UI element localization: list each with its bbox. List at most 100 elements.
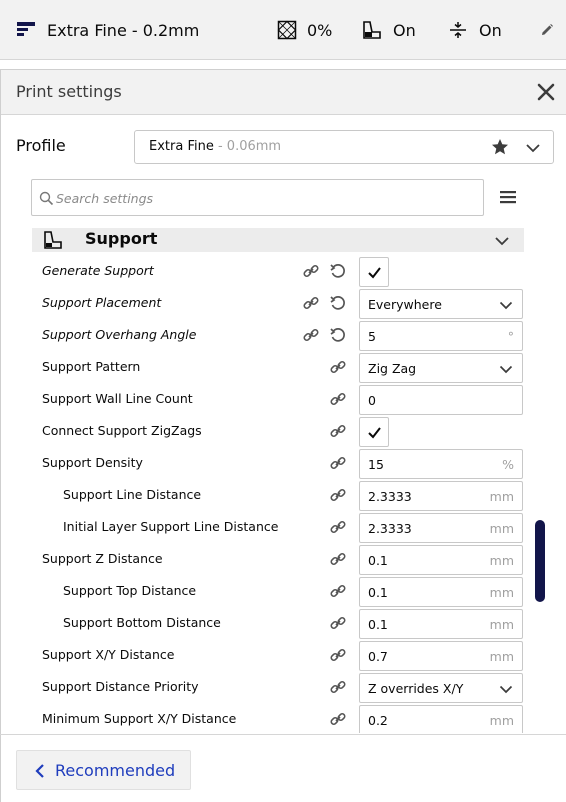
link-icon[interactable] (329, 486, 347, 504)
recommended-button[interactable]: Recommended (16, 750, 191, 790)
setting-row: Generate Support (0, 255, 530, 287)
support-distance-priority-select[interactable]: Z overrides X/Y (359, 673, 523, 703)
support-placement-select[interactable]: Everywhere (359, 289, 523, 319)
input-unit: % (502, 457, 514, 472)
settings-scrollbar[interactable] (535, 520, 545, 602)
infill-value: 0% (307, 20, 333, 40)
setting-row: Support Wall Line Count 0 (0, 383, 530, 415)
footer-divider (0, 734, 566, 735)
input-unit: mm (489, 521, 514, 536)
input-value: 0.2 (368, 713, 388, 728)
support-top-distance-input[interactable]: 0.1 mm (359, 577, 523, 607)
initial-layer-line-distance-input[interactable]: 2.3333 mm (359, 513, 523, 543)
link-icon[interactable] (329, 646, 347, 664)
reset-icon[interactable] (329, 326, 347, 344)
input-unit: mm (489, 649, 514, 664)
setting-label: Support Density (42, 455, 143, 470)
link-icon[interactable] (329, 582, 347, 600)
support-wall-line-count-input[interactable]: 0 (359, 385, 523, 415)
category-header-support[interactable]: Support (32, 228, 524, 252)
setting-row: Support Bottom Distance 0.1 mm (0, 607, 530, 639)
star-icon[interactable] (491, 138, 509, 156)
setting-label: Support Z Distance (42, 551, 163, 566)
reset-icon[interactable] (329, 294, 347, 312)
profile-select-layer: - 0.06mm (213, 139, 282, 154)
category-title: Support (85, 229, 158, 248)
link-icon[interactable] (329, 678, 347, 696)
search-placeholder: Search settings (56, 191, 154, 206)
reset-icon[interactable] (329, 262, 347, 280)
support-density-input[interactable]: 15 % (359, 449, 523, 479)
input-value: 0.1 (368, 617, 388, 632)
link-icon[interactable] (329, 710, 347, 728)
connect-zigzags-checkbox[interactable] (359, 417, 389, 447)
link-icon[interactable] (329, 614, 347, 632)
checkmark-icon (368, 427, 381, 439)
link-icon[interactable] (302, 326, 320, 344)
close-icon[interactable] (535, 81, 557, 103)
support-z-distance-input[interactable]: 0.1 mm (359, 545, 523, 575)
profile-select[interactable]: Extra Fine - 0.06mm (134, 130, 554, 164)
search-input[interactable]: Search settings (31, 179, 484, 216)
setting-label: Support Wall Line Count (42, 391, 193, 406)
chevron-down-icon (499, 365, 513, 374)
chevron-down-icon (499, 685, 513, 694)
link-icon[interactable] (329, 390, 347, 408)
setting-label: Support X/Y Distance (42, 647, 175, 662)
support-pattern-select[interactable]: Zig Zag (359, 353, 523, 383)
link-icon[interactable] (329, 358, 347, 376)
input-unit: mm (489, 553, 514, 568)
chevron-left-icon (35, 764, 44, 778)
link-icon[interactable] (302, 294, 320, 312)
support-line-distance-input[interactable]: 2.3333 mm (359, 481, 523, 511)
adhesion-icon (450, 22, 466, 38)
profile-select-name: Extra Fine (149, 139, 214, 154)
setting-row: Support Distance Priority Z overrides X/… (0, 671, 530, 703)
edit-button[interactable] (540, 0, 554, 60)
input-value: 15 (368, 457, 384, 472)
input-unit: mm (489, 585, 514, 600)
setting-row: Support Placement Everywhere (0, 287, 530, 319)
setting-row: Support Z Distance 0.1 mm (0, 543, 530, 575)
link-icon[interactable] (329, 518, 347, 536)
setting-row: Connect Support ZigZags (0, 415, 530, 447)
adhesion-summary[interactable]: On (448, 0, 502, 60)
select-value: Zig Zag (368, 361, 417, 376)
setting-row: Support Pattern Zig Zag (0, 351, 530, 383)
profile-select-value: Extra Fine - 0.06mm (149, 139, 281, 154)
setting-row: Initial Layer Support Line Distance 2.33… (0, 511, 530, 543)
support-overhang-angle-input[interactable]: 5 ° (359, 321, 523, 351)
input-unit: mm (489, 617, 514, 632)
checkmark-icon (368, 267, 381, 279)
menu-icon[interactable] (497, 186, 519, 208)
setting-row: Support Top Distance 0.1 mm (0, 575, 530, 607)
setting-row: Support Overhang Angle 5 ° (0, 319, 530, 351)
input-value: 0 (368, 393, 376, 408)
link-icon[interactable] (329, 550, 347, 568)
setting-label: Support Top Distance (63, 583, 197, 598)
setting-label: Generate Support (42, 263, 154, 278)
support-summary[interactable]: On (362, 0, 416, 60)
generate-support-checkbox[interactable] (359, 257, 389, 287)
select-value: Z overrides X/Y (368, 681, 464, 696)
chevron-down-icon (495, 237, 509, 246)
link-icon[interactable] (329, 422, 347, 440)
chevron-down-icon[interactable] (525, 140, 541, 156)
support-xy-distance-input[interactable]: 0.7 mm (359, 641, 523, 671)
input-value: 5 (368, 329, 376, 344)
min-support-xy-distance-input[interactable]: 0.2 mm (359, 705, 523, 733)
setting-row: Support Line Distance 2.3333 mm (0, 479, 530, 511)
support-bottom-distance-input[interactable]: 0.1 mm (359, 609, 523, 639)
link-icon[interactable] (302, 262, 320, 280)
profile-summary[interactable]: Extra Fine - 0.2mm (16, 0, 199, 60)
input-value: 0.7 (368, 649, 388, 664)
link-icon[interactable] (329, 454, 347, 472)
setting-label: Support Line Distance (63, 487, 202, 502)
profile-summary-label: Extra Fine - 0.2mm (47, 20, 200, 40)
infill-summary[interactable]: 0% (277, 0, 332, 60)
recommended-label: Recommended (55, 761, 176, 780)
input-unit: ° (507, 329, 514, 344)
input-value: 0.1 (368, 585, 388, 600)
select-value: Everywhere (368, 297, 442, 312)
setting-label: Support Overhang Angle (42, 327, 197, 342)
